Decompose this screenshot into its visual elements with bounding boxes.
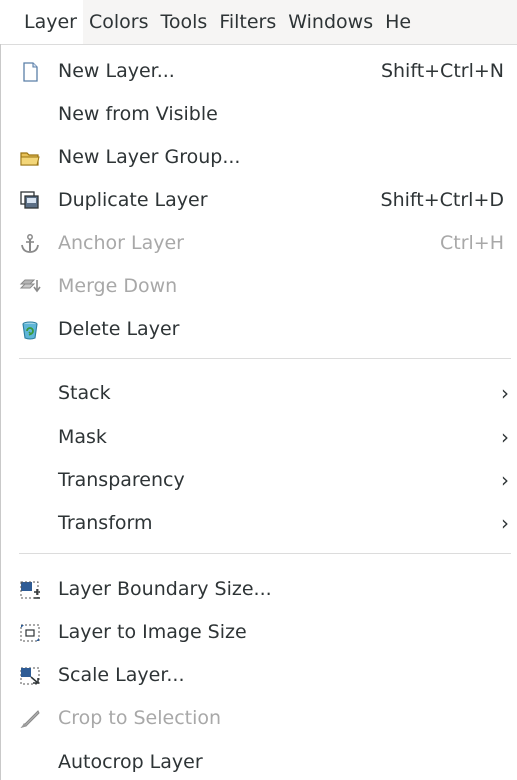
menu-item-label: Layer Boundary Size... <box>58 578 272 600</box>
menu-item-transparency[interactable]: Transparency › <box>1 459 517 502</box>
menu-item-label: Transparency <box>58 469 185 491</box>
menu-separator <box>19 553 511 554</box>
menubar-tools[interactable]: Tools <box>155 0 214 44</box>
app-frame: Layer Colors Tools Filters Windows He Ne… <box>0 0 517 780</box>
submenu-arrow-icon: › <box>501 511 509 535</box>
merge-down-icon <box>19 276 41 298</box>
menu-item-label: Delete Layer <box>58 318 180 340</box>
menu-item-merge-down[interactable]: Merge Down <box>1 265 517 308</box>
menu-item-label: Anchor Layer <box>58 232 184 254</box>
menu-item-label: Autocrop Layer <box>58 751 203 773</box>
layer-menu: New Layer... Shift+Ctrl+N New from Visib… <box>1 44 517 780</box>
menu-item-crop-to-selection[interactable]: Crop to Selection <box>1 697 517 740</box>
menubar-filters[interactable]: Filters <box>213 0 282 44</box>
menu-item-label: Crop to Selection <box>58 707 222 729</box>
menu-item-mask[interactable]: Mask › <box>1 416 517 459</box>
menu-item-label: Stack <box>58 382 111 404</box>
menu-item-scale-layer[interactable]: Scale Layer... <box>1 654 517 697</box>
shortcut-label: Shift+Ctrl+N <box>380 60 504 82</box>
folder-icon <box>19 147 41 169</box>
menu-item-label: New Layer... <box>58 60 175 82</box>
anchor-icon <box>19 233 41 255</box>
menubar-windows[interactable]: Windows <box>282 0 379 44</box>
menu-item-stack[interactable]: Stack › <box>1 372 517 415</box>
menu-item-label: Merge Down <box>58 275 178 297</box>
menu-item-label: Duplicate Layer <box>58 189 208 211</box>
menubar-colors[interactable]: Colors <box>83 0 155 44</box>
crop-icon <box>19 708 41 730</box>
menu-item-label: New Layer Group... <box>58 146 241 168</box>
boundary-size-icon <box>19 579 41 601</box>
shortcut-label: Shift+Ctrl+D <box>380 189 504 211</box>
duplicate-icon <box>19 190 41 212</box>
trash-icon <box>19 319 41 341</box>
menu-item-layer-boundary-size[interactable]: Layer Boundary Size... <box>1 568 517 611</box>
menu-item-delete-layer[interactable]: Delete Layer <box>1 308 517 351</box>
to-image-size-icon <box>19 622 41 644</box>
shortcut-label: Ctrl+H <box>439 232 504 254</box>
menu-item-anchor-layer[interactable]: Anchor Layer Ctrl+H <box>1 222 517 265</box>
menu-item-layer-to-image-size[interactable]: Layer to Image Size <box>1 611 517 654</box>
menu-item-label: Transform <box>58 512 153 534</box>
menu-item-duplicate-layer[interactable]: Duplicate Layer Shift+Ctrl+D <box>1 179 517 222</box>
menu-separator <box>19 358 511 359</box>
submenu-arrow-icon: › <box>501 425 509 449</box>
menubar-help[interactable]: He <box>379 0 417 44</box>
menu-item-new-from-visible[interactable]: New from Visible <box>1 93 517 136</box>
menu-item-new-layer[interactable]: New Layer... Shift+Ctrl+N <box>1 50 517 93</box>
menu-item-label: New from Visible <box>58 103 218 125</box>
submenu-arrow-icon: › <box>501 468 509 492</box>
new-layer-icon <box>19 61 41 83</box>
menu-item-autocrop-layer[interactable]: Autocrop Layer <box>1 741 517 780</box>
menu-item-new-layer-group[interactable]: New Layer Group... <box>1 136 517 179</box>
menubar-layer[interactable]: Layer <box>0 0 83 44</box>
menu-item-transform[interactable]: Transform › <box>1 502 517 545</box>
submenu-arrow-icon: › <box>501 381 509 405</box>
menubar: Layer Colors Tools Filters Windows He <box>0 0 517 45</box>
scale-icon <box>19 665 41 687</box>
menu-item-label: Mask <box>58 426 107 448</box>
menu-item-label: Layer to Image Size <box>58 621 247 643</box>
menu-item-label: Scale Layer... <box>58 664 185 686</box>
